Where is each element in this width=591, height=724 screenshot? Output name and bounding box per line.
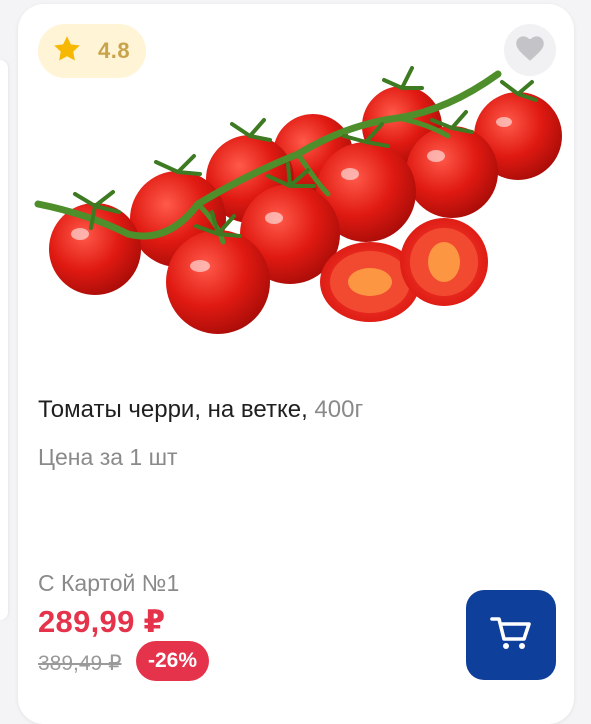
old-price: 389,49 ₽ xyxy=(38,652,122,675)
product-card[interactable]: 4.8 Томаты черри, на ветке, 400г Цена за… xyxy=(18,4,574,724)
cart-icon xyxy=(489,613,533,658)
product-image[interactable] xyxy=(18,44,574,344)
current-price: 289,99 ₽ xyxy=(38,604,166,639)
unit-price-label: Цена за 1 шт xyxy=(38,444,178,470)
loyalty-card-label: С Картой №1 xyxy=(38,570,180,596)
product-title[interactable]: Томаты черри, на ветке, 400г xyxy=(38,396,363,424)
product-weight: 400г xyxy=(314,396,364,423)
add-to-cart-button[interactable] xyxy=(466,590,556,680)
discount-badge: -26% xyxy=(136,641,210,681)
adjacent-card-edge xyxy=(0,60,8,620)
product-name: Томаты черри, на ветке, xyxy=(38,396,308,423)
